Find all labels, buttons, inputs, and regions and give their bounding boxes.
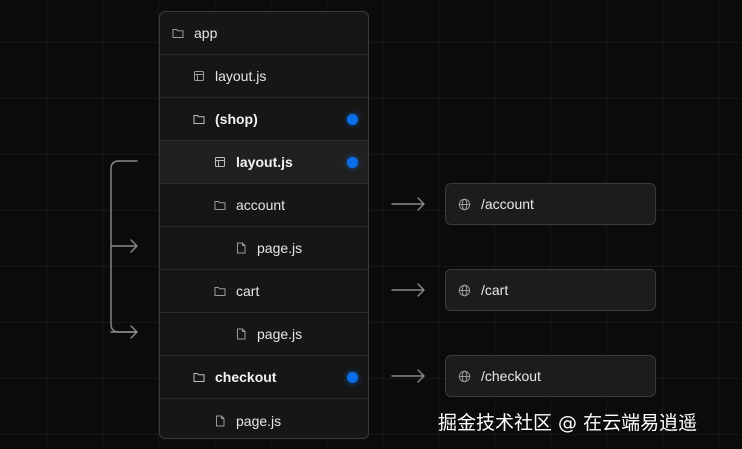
tree-row-label: (shop) [215,111,258,127]
tree-row-label: app [194,25,218,41]
layout-file-icon [214,156,226,168]
globe-icon [458,198,471,211]
route-cart[interactable]: /cart [445,269,656,311]
globe-icon [458,284,471,297]
tree-row-cart[interactable]: cart [160,270,368,313]
file-tree: app layout.js (shop) layout.js account p… [159,11,369,439]
tree-row-layout-file[interactable]: layout.js [160,55,368,98]
route-checkout[interactable]: /checkout [445,355,656,397]
layout-file-icon [193,70,205,82]
route-arrow-account [391,197,425,211]
folder-icon [193,371,205,383]
bracket-arrow-cart [110,325,138,339]
tree-row-account-page[interactable]: page.js [160,227,368,270]
file-icon [235,242,247,254]
file-icon [214,415,226,427]
tree-row-label: account [236,197,286,213]
route-account[interactable]: /account [445,183,656,225]
folder-icon [214,285,226,297]
tree-row-label: cart [236,283,260,299]
route-group-marker [347,113,358,125]
route-group-marker [347,371,358,383]
tree-row-shop-layout-file[interactable]: layout.js [160,141,368,184]
tree-row-shop-group[interactable]: (shop) [160,98,368,141]
bracket-arrow-account [110,239,138,253]
route-path: /checkout [481,368,541,384]
watermark-text: 掘金技术社区 @ 在云端易逍遥 [438,412,698,434]
tree-row-app[interactable]: app [160,12,368,55]
tree-row-label: layout.js [236,154,293,170]
tree-row-label: page.js [236,412,282,429]
route-path: /cart [481,282,509,298]
tree-row-label: layout.js [215,68,267,84]
tree-row-checkout-page[interactable]: page.js [160,399,368,438]
tree-row-cart-page[interactable]: page.js [160,313,368,356]
route-arrow-cart [391,283,425,297]
route-path: /account [481,196,534,212]
tree-row-label: page.js [257,240,303,256]
file-icon [235,328,247,340]
layout-marker [347,156,358,168]
folder-icon [214,199,226,211]
tree-row-label: checkout [215,369,277,385]
tree-row-label: page.js [257,326,303,342]
folder-icon [193,113,205,125]
route-arrow-checkout [391,369,425,383]
tree-row-checkout[interactable]: checkout [160,356,368,399]
folder-icon [172,27,184,39]
tree-row-account[interactable]: account [160,184,368,227]
globe-icon [458,370,471,383]
